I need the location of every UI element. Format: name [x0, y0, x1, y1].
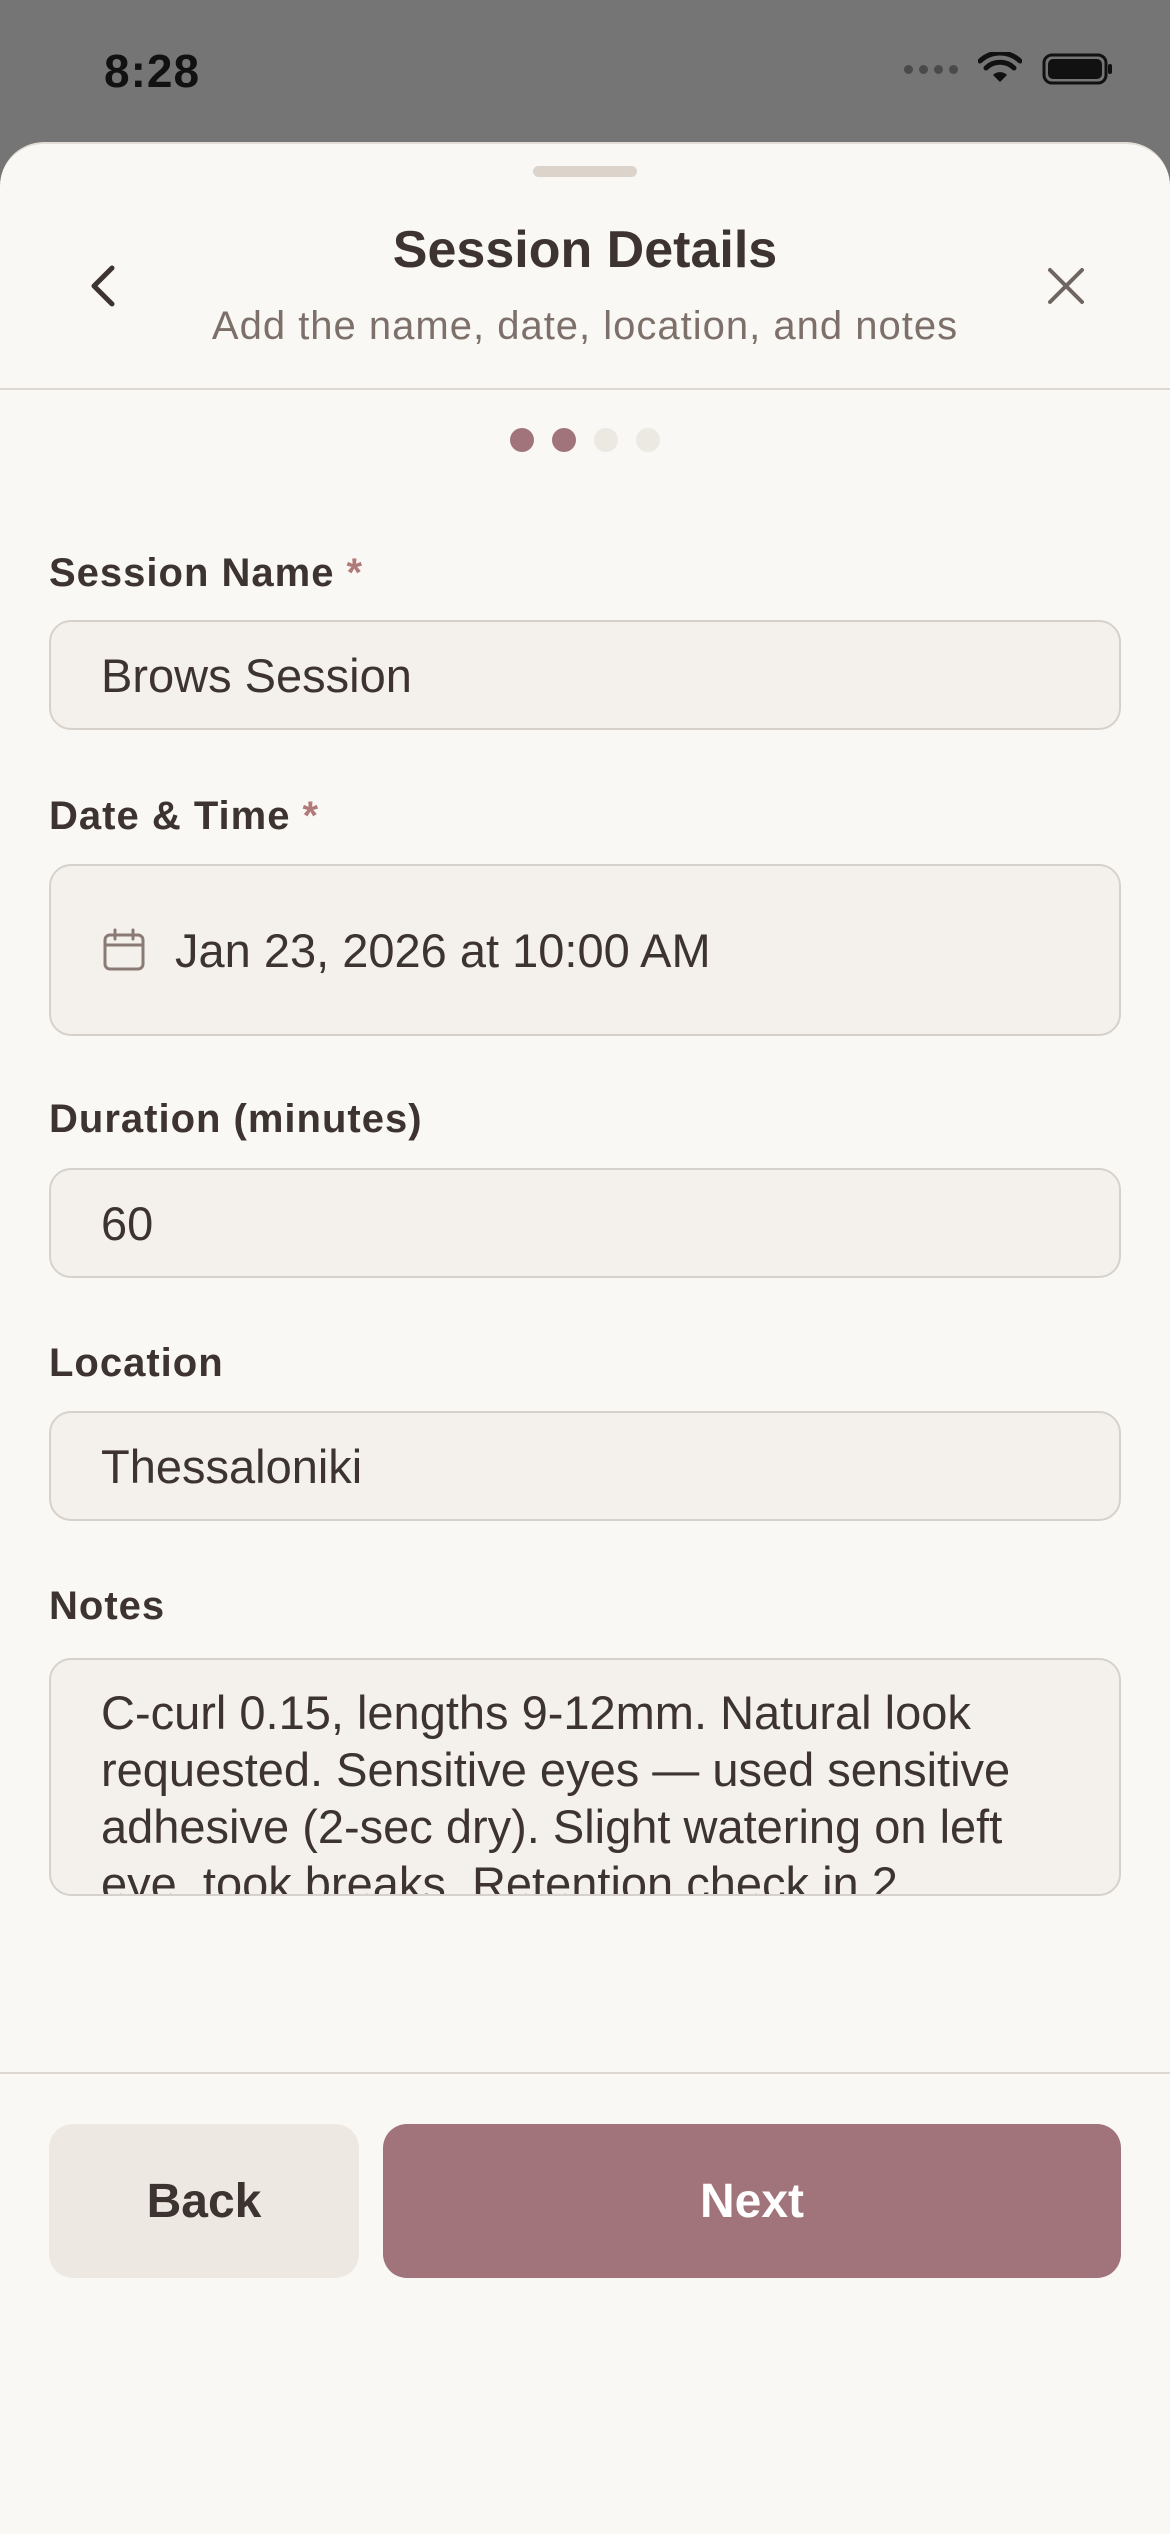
- next-button[interactable]: Next: [383, 2124, 1121, 2278]
- page-subtitle: Add the name, date, location, and notes: [211, 304, 959, 348]
- session-name-label: Session Name *: [49, 551, 363, 596]
- step-dot-2: [552, 428, 576, 452]
- notes-value: C-curl 0.15, lengths 9-12mm. Natural loo…: [101, 1686, 1011, 1896]
- sheet-header: Session Details Add the name, date, loca…: [0, 144, 1170, 390]
- date-time-value: Jan 23, 2026 at 10:00 AM: [175, 923, 711, 977]
- back-button[interactable]: Back: [49, 2124, 359, 2278]
- required-mark: *: [302, 794, 320, 838]
- duration-input[interactable]: 60: [49, 1168, 1121, 1278]
- location-value: Thessaloniki: [101, 1439, 363, 1493]
- duration-label: Duration (minutes): [49, 1097, 423, 1141]
- session-details-sheet: Session Details Add the name, date, loca…: [0, 142, 1170, 2534]
- date-time-label: Date & Time *: [49, 794, 319, 839]
- duration-value: 60: [101, 1196, 154, 1250]
- page-title: Session Details: [392, 221, 778, 279]
- required-mark: *: [346, 551, 364, 595]
- location-input[interactable]: Thessaloniki: [49, 1411, 1121, 1521]
- status-icons: [904, 52, 1114, 86]
- step-indicator: [0, 428, 1170, 452]
- session-name-value: Brows Session: [101, 648, 412, 702]
- wifi-icon: [978, 52, 1022, 82]
- status-bar: 8:28: [0, 0, 1170, 145]
- notes-label: Notes: [49, 1584, 166, 1628]
- notes-textarea[interactable]: C-curl 0.15, lengths 9-12mm. Natural loo…: [49, 1658, 1121, 1896]
- session-name-label-text: Session Name: [49, 551, 335, 595]
- step-dot-4: [636, 428, 660, 452]
- step-dot-1: [510, 428, 534, 452]
- session-name-input[interactable]: Brows Session: [49, 620, 1121, 730]
- calendar-icon: [103, 928, 145, 971]
- date-time-picker[interactable]: Jan 23, 2026 at 10:00 AM: [49, 864, 1121, 1036]
- battery-icon: [1042, 53, 1112, 85]
- location-label: Location: [49, 1341, 224, 1385]
- status-time: 8:28: [104, 45, 201, 97]
- date-time-label-text: Date & Time: [49, 794, 291, 838]
- sheet-footer: Back Next: [0, 2072, 1170, 2534]
- signal-icon: [904, 64, 958, 74]
- close-icon[interactable]: [1040, 260, 1092, 312]
- step-dot-3: [594, 428, 618, 452]
